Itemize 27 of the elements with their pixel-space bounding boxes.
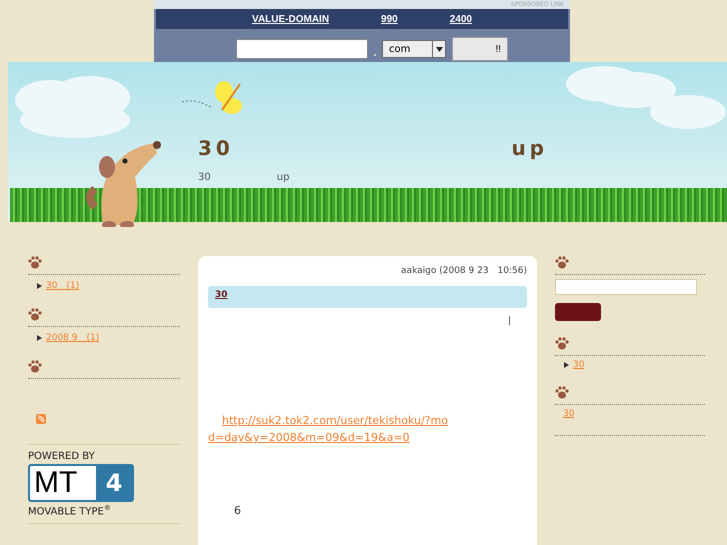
blog-title: 30 bbox=[198, 136, 234, 160]
feed-icon[interactable] bbox=[36, 414, 46, 424]
movable-type-label: MOVABLE TYPE$^{®}$ bbox=[28, 504, 112, 518]
entry-text: 6 bbox=[234, 504, 242, 517]
paw-icon bbox=[28, 256, 42, 269]
entry-meta: aakaigo (2008 9 23 10:56) bbox=[400, 265, 527, 277]
powered-by-label: POWERED BY bbox=[28, 451, 96, 462]
bullet-icon bbox=[37, 282, 42, 288]
paw-icon bbox=[555, 386, 569, 399]
bullet-icon bbox=[37, 334, 42, 340]
caret-icon bbox=[436, 46, 442, 52]
movable-type-logo[interactable]: MT 4 bbox=[28, 464, 134, 502]
blog-description: up bbox=[276, 172, 290, 183]
paw-icon bbox=[28, 308, 42, 321]
tld-dropdown[interactable]: com bbox=[382, 40, 446, 58]
bullet-icon bbox=[564, 362, 569, 368]
paw-icon bbox=[555, 337, 569, 350]
search-button[interactable]: !! bbox=[452, 37, 508, 61]
entry-title-link[interactable]: 30 bbox=[215, 290, 228, 300]
sponsor-link[interactable]: VALUE-DOMAIN 990 2400 bbox=[252, 14, 472, 24]
paw-icon bbox=[28, 360, 42, 373]
domain-input[interactable] bbox=[236, 39, 368, 59]
paw-icon bbox=[555, 256, 569, 269]
blog-description: 30 bbox=[198, 172, 211, 183]
blog-title: up bbox=[511, 136, 548, 160]
search-field[interactable] bbox=[555, 279, 697, 295]
separator-text: | bbox=[506, 316, 511, 326]
